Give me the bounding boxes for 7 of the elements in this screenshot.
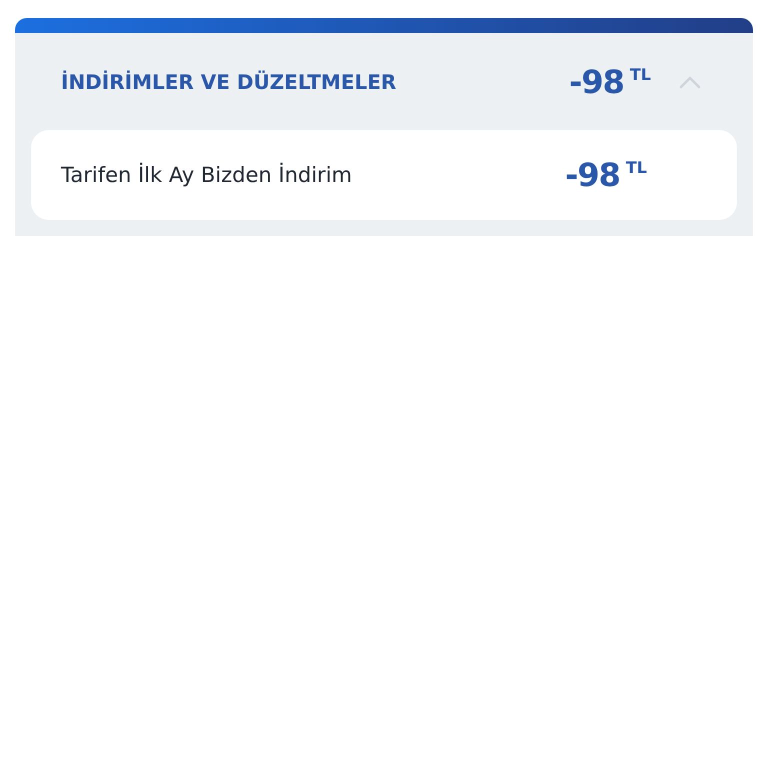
currency-label: TL (626, 158, 647, 177)
currency-label: TL (630, 64, 651, 84)
collapse-chevron-icon[interactable] (679, 74, 701, 88)
discount-label: Tarifen İlk Ay Bizden İndirim (61, 163, 353, 187)
section-amount: -98 (569, 62, 624, 100)
discount-amount: -98 (565, 156, 620, 194)
section-title: İNDİRİMLER VE DÜZELTMELER (61, 70, 398, 94)
